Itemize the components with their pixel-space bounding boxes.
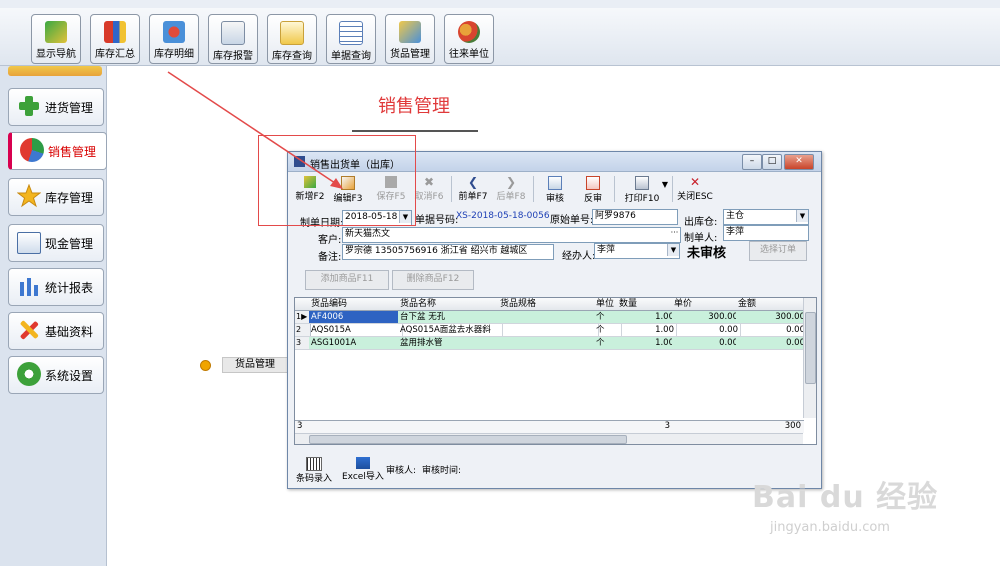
- watermark-url: jingyan.baidu.com: [770, 520, 890, 535]
- watermark-logo: Bai du 经验: [752, 480, 939, 515]
